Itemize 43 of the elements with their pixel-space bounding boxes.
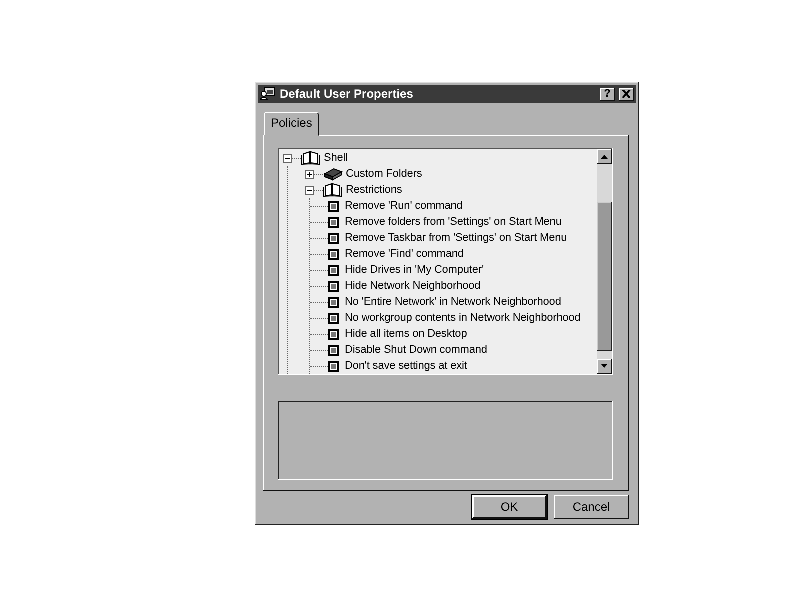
tree-item[interactable]: Hide Drives in 'My Computer' (344, 264, 485, 276)
checkbox[interactable] (328, 360, 339, 372)
help-button[interactable]: ? (600, 88, 615, 100)
tree-item[interactable]: Hide all items on Desktop (344, 328, 468, 340)
open-book-icon (323, 183, 343, 197)
scroll-down-button[interactable] (597, 358, 612, 374)
tree-item[interactable]: No 'Entire Network' in Network Neighborhood (344, 296, 562, 308)
expand-icon[interactable] (305, 170, 314, 178)
window-title: Default User Properties (280, 87, 414, 101)
checkbox[interactable] (328, 264, 339, 276)
dialog-button[interactable]: OK (472, 495, 547, 519)
tree-item[interactable]: Disable Shut Down command (344, 344, 488, 356)
tree-item[interactable]: Restrictions (345, 184, 404, 196)
tab[interactable]: Policies (264, 112, 320, 136)
scroll-up-button[interactable] (597, 149, 612, 164)
close-icon (622, 90, 631, 98)
checkbox[interactable] (328, 328, 339, 340)
tree-item[interactable]: Hide Network Neighborhood (344, 280, 482, 292)
tree-item[interactable]: Custom Folders (345, 168, 424, 180)
tree-item[interactable]: Shell (323, 152, 349, 164)
tree-item[interactable]: Remove Taskbar from 'Settings' on Start Menu (344, 232, 568, 244)
tree-item[interactable]: Remove 'Run' command (344, 200, 464, 212)
tree-item[interactable]: Remove folders from 'Settings' on Start Menu (344, 216, 563, 228)
checkbox[interactable] (328, 280, 339, 292)
down-arrow-icon (601, 364, 608, 368)
checkbox[interactable] (328, 216, 339, 228)
checkbox[interactable] (328, 296, 339, 308)
scrollbar[interactable] (597, 149, 612, 374)
tree-item[interactable]: No workgroup contents in Network Neighborhood (344, 312, 582, 324)
up-arrow-icon (601, 154, 608, 158)
checkbox[interactable] (328, 200, 339, 212)
collapse-icon[interactable] (305, 186, 314, 194)
checkbox[interactable] (328, 312, 339, 324)
close-button[interactable] (619, 88, 634, 100)
open-book-icon (301, 151, 321, 165)
dialog-button[interactable]: Cancel (554, 495, 629, 519)
scroll-thumb[interactable] (597, 202, 612, 351)
checkbox[interactable] (328, 232, 339, 244)
tree-item[interactable]: Don't save settings at exit (344, 360, 468, 372)
collapse-icon[interactable] (283, 154, 292, 162)
checkbox[interactable] (328, 344, 339, 356)
tree-item[interactable]: Remove 'Find' command (344, 248, 465, 260)
checkbox[interactable] (328, 248, 339, 260)
